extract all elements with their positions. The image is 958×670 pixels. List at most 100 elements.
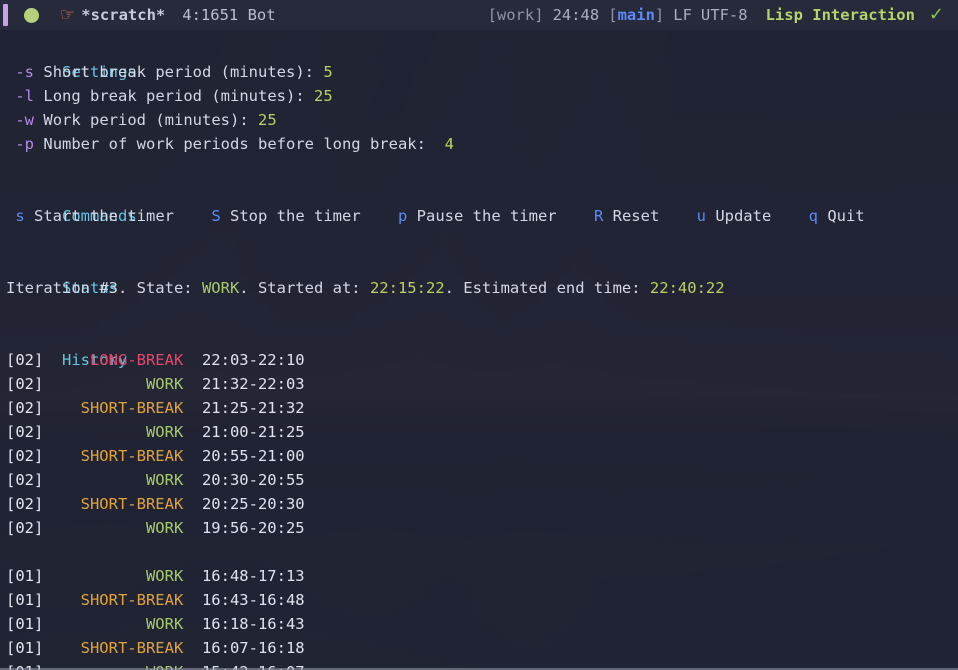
setting-label: Short break period (minutes): (43, 63, 324, 81)
history-iteration: [01] (6, 567, 44, 585)
checkmark-icon: ✓ (928, 4, 944, 25)
clock-display: 24:48 (552, 6, 600, 24)
encoding-indicator[interactable]: UTF-8 (701, 3, 748, 27)
command-key-pause[interactable]: p (398, 207, 407, 225)
status-end-prefix: . Estimated end time: (444, 279, 650, 297)
history-state: WORK (145, 519, 184, 537)
history-row: [01] SHORT-BREAK 16:43-16:48 (0, 588, 958, 612)
history-row: [02] WORK 20:30-20:55 (0, 468, 958, 492)
command-key-reset[interactable]: R (594, 207, 603, 225)
history-iteration: [01] (6, 591, 44, 609)
buffer-status-dot-icon[interactable] (24, 7, 39, 23)
branch-bracket-open: [ (608, 6, 618, 24)
status-line: Iteration #3. State: WORK. Started at: 2… (0, 276, 958, 300)
history-time-range: 21:32-22:03 (201, 375, 305, 393)
setting-row-long-break[interactable]: -l Long break period (minutes): 25 (0, 84, 958, 108)
workspace-indicator[interactable]: [work] (488, 3, 544, 27)
history-state: WORK (145, 375, 184, 393)
history-iteration: [02] (6, 471, 44, 489)
status-started-time: 22:15:22 (369, 279, 445, 297)
history-time-range: 16:18-16:43 (201, 615, 305, 633)
command-key-quit[interactable]: q (809, 207, 818, 225)
setting-flag: -s (15, 63, 35, 81)
line-ending-indicator[interactable]: LF (673, 3, 692, 27)
history-iteration: [02] (6, 495, 44, 513)
history-row: [01] SHORT-BREAK 16:07-16:18 (0, 636, 958, 660)
history-row: [02] SHORT-BREAK 20:55-21:00 (0, 444, 958, 468)
status-state-value: WORK (201, 279, 240, 297)
history-iteration: [02] (6, 519, 44, 537)
command-key-start[interactable]: s (15, 207, 24, 225)
vc-branch-name[interactable]: main (618, 3, 655, 27)
history-time-range: 16:48-17:13 (201, 567, 305, 585)
status-estimated-end-time: 22:40:22 (649, 279, 725, 297)
cursor-position: 4:1651 Bot (182, 6, 276, 24)
commands-heading: Commands (62, 207, 137, 225)
setting-label: Number of work periods before long break… (43, 135, 445, 153)
command-label-reset[interactable]: Reset (603, 207, 660, 225)
command-label-start[interactable]: Start the timer (25, 207, 174, 225)
history-state: WORK (145, 423, 184, 441)
pointing-hand-icon: ☞ (60, 4, 76, 25)
mode-line-right: [work] 24:48 [ main ] LF UTF-8 Lisp Inte… (488, 3, 944, 27)
setting-row-periods-before-long-break[interactable]: -p Number of work periods before long br… (0, 132, 958, 156)
history-iteration: [02] (6, 351, 44, 369)
setting-row-short-break[interactable]: -s Short break period (minutes): 5 (0, 60, 958, 84)
history-time-range: 20:25-20:30 (201, 495, 305, 513)
command-label-update[interactable]: Update (706, 207, 771, 225)
status-started-prefix: . Started at: (239, 279, 370, 297)
setting-label: Long break period (minutes): (43, 87, 314, 105)
mode-line-left: ☞ *scratch* 4:1651 Bot (0, 3, 276, 27)
history-state: SHORT-BREAK (80, 495, 184, 513)
history-iteration: [02] (6, 375, 44, 393)
history-list: [02] LONG-BREAK 22:03-22:10 [02] WORK 21:32-2… (0, 348, 958, 670)
history-time-range: 20:55-21:00 (201, 447, 305, 465)
setting-value[interactable]: 25 (258, 111, 277, 129)
history-row: [02] SHORT-BREAK 20:25-20:30 (0, 492, 958, 516)
history-state: LONG-BREAK (89, 351, 184, 369)
setting-label: Work period (minutes): (43, 111, 258, 129)
history-iteration: [01] (6, 639, 44, 657)
history-time-range: 16:43-16:48 (201, 591, 305, 609)
emacs-frame: ☞ *scratch* 4:1651 Bot [work] 24:48 [ ma… (0, 0, 958, 670)
setting-value[interactable]: 4 (445, 135, 454, 153)
history-time-range: 22:03-22:10 (201, 351, 305, 369)
command-key-stop[interactable]: S (211, 207, 220, 225)
history-iteration: [01] (6, 615, 44, 633)
command-label-quit[interactable]: Quit (818, 207, 864, 225)
setting-value[interactable]: 25 (314, 87, 333, 105)
history-time-range: 21:00-21:25 (201, 423, 305, 441)
history-iteration: [02] (6, 447, 44, 465)
setting-flag: -l (15, 87, 35, 105)
history-time-range: 16:07-16:18 (201, 639, 305, 657)
history-heading: History (62, 351, 128, 369)
history-row: [02] WORK 19:56-20:25 (0, 516, 958, 540)
buffer-name[interactable]: *scratch* (81, 3, 165, 27)
command-key-update[interactable]: u (697, 207, 706, 225)
history-row: [02] LONG-BREAK 22:03-22:10 (0, 348, 958, 372)
major-mode-name[interactable]: Lisp Interaction (766, 3, 915, 27)
history-row: [02] WORK 21:00-21:25 (0, 420, 958, 444)
history-time-range: 20:30-20:55 (201, 471, 305, 489)
command-label-pause[interactable]: Pause the timer (407, 207, 557, 225)
scratch-buffer[interactable]: Settings -s Short break period (minutes)… (0, 30, 958, 670)
setting-flag: -w (15, 111, 35, 129)
history-iteration: [02] (6, 399, 44, 417)
history-time-range: 21:25-21:32 (201, 399, 305, 417)
fringe-indicator-icon (3, 4, 8, 26)
branch-bracket-close: ] (654, 6, 665, 24)
history-row: [01] WORK 16:48-17:13 (0, 564, 958, 588)
history-state: WORK (145, 567, 184, 585)
command-label-stop[interactable]: Stop the timer (221, 207, 361, 225)
setting-value[interactable]: 5 (323, 63, 332, 81)
history-row: [02] SHORT-BREAK 21:25-21:32 (0, 396, 958, 420)
setting-row-work-period[interactable]: -w Work period (minutes): 25 (0, 108, 958, 132)
history-state: SHORT-BREAK (80, 639, 184, 657)
mode-line: ☞ *scratch* 4:1651 Bot [work] 24:48 [ ma… (0, 0, 958, 30)
history-row: [01] WORK 16:18-16:43 (0, 612, 958, 636)
history-iteration: [02] (6, 423, 44, 441)
